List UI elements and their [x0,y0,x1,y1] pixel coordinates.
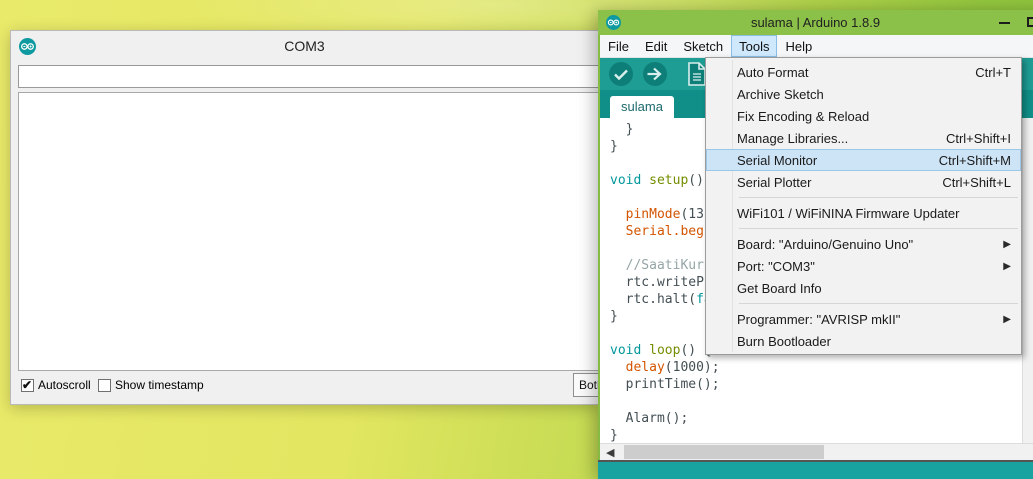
menu-item-label: Serial Plotter [737,175,942,190]
maximize-icon [1027,17,1033,27]
code-line: delay(1000); [610,359,1020,376]
upload-button[interactable] [642,61,668,87]
menu-item-label: Port: "COM3" [737,259,995,274]
serial-monitor-controls: Autoscroll Show timestamp Both [18,371,598,406]
menu-item-label: Serial Monitor [737,153,939,168]
menu-tools[interactable]: Tools [731,35,777,57]
menu-item-auto-format[interactable]: Auto FormatCtrl+T [706,61,1021,83]
window-title: sulama | Arduino 1.8.9 [598,15,1033,30]
menu-shortcut: Ctrl+Shift+I [946,131,1011,146]
submenu-arrow-icon: ▶ [1003,314,1011,325]
maximize-button[interactable] [1022,10,1033,35]
menu-file[interactable]: File [600,35,637,57]
serial-send-input[interactable] [18,65,600,88]
menu-shortcut: Ctrl+T [975,65,1011,80]
menu-item-manage-libraries[interactable]: Manage Libraries...Ctrl+Shift+I [706,127,1021,149]
menu-shortcut: Ctrl+Shift+M [939,153,1011,168]
serial-monitor-window: COM3 Autoscroll Show timestamp Both [10,30,599,405]
menu-separator [706,299,1021,308]
menu-item-label: Auto Format [737,65,975,80]
window-title: COM3 [11,38,598,54]
status-bar [598,460,1033,479]
code-line: Alarm(); [610,410,1020,427]
ide-titlebar[interactable]: sulama | Arduino 1.8.9 [598,10,1033,35]
menu-help[interactable]: Help [777,35,820,57]
tab-sulama[interactable]: sulama [610,96,674,118]
show-timestamp-checkbox[interactable] [98,379,111,392]
code-line: } [610,427,1020,443]
minimize-button[interactable] [994,10,1016,35]
menu-item-wifi101-wifinina-firmware-updater[interactable]: WiFi101 / WiFiNINA Firmware Updater [706,202,1021,224]
tools-dropdown-menu: Auto FormatCtrl+T Archive Sketch Fix Encod… [705,57,1022,355]
menu-separator [706,193,1021,202]
menu-item-label: Programmer: "AVRISP mkII" [737,312,995,327]
menu-item-port-com3[interactable]: Port: "COM3" ▶ [706,255,1021,277]
serial-output-area[interactable] [18,92,600,371]
menu-item-fix-encoding-reload[interactable]: Fix Encoding & Reload [706,105,1021,127]
scroll-left-arrow-icon[interactable]: ◀ [602,445,618,460]
menu-item-burn-bootloader[interactable]: Burn Bootloader [706,330,1021,352]
code-line: printTime(); [610,376,1020,393]
upload-icon [642,61,668,87]
scrollbar-thumb[interactable] [624,445,824,459]
editor-horizontal-scrollbar[interactable]: ◀ [600,443,1033,460]
menu-edit[interactable]: Edit [637,35,675,57]
show-timestamp-label: Show timestamp [115,378,204,392]
menu-item-board-arduino-genuino-uno[interactable]: Board: "Arduino/Genuino Uno" ▶ [706,233,1021,255]
menu-shortcut: Ctrl+Shift+L [942,175,1011,190]
autoscroll-label: Autoscroll [38,378,91,392]
code-line [610,393,1020,410]
menu-item-label: Manage Libraries... [737,131,946,146]
menu-item-get-board-info[interactable]: Get Board Info [706,277,1021,299]
menu-sketch[interactable]: Sketch [675,35,731,57]
menu-item-label: Board: "Arduino/Genuino Uno" [737,237,995,252]
menu-item-programmer-avrisp-mkii[interactable]: Programmer: "AVRISP mkII" ▶ [706,308,1021,330]
menu-item-label: Archive Sketch [737,87,1011,102]
menu-item-label: Fix Encoding & Reload [737,109,1011,124]
editor-vertical-scrollbar[interactable] [1022,118,1033,443]
submenu-arrow-icon: ▶ [1003,239,1011,250]
menu-item-serial-plotter[interactable]: Serial PlotterCtrl+Shift+L [706,171,1021,193]
submenu-arrow-icon: ▶ [1003,261,1011,272]
menu-separator [706,224,1021,233]
menu-item-archive-sketch[interactable]: Archive Sketch [706,83,1021,105]
verify-button[interactable] [608,61,634,87]
menu-item-serial-monitor[interactable]: Serial MonitorCtrl+Shift+M [706,149,1021,171]
serial-monitor-titlebar[interactable]: COM3 [11,31,598,61]
desktop: COM3 Autoscroll Show timestamp Both [0,0,1033,479]
ide-menu-bar: FileEditSketchToolsHelp [600,35,1033,58]
menu-item-label: Get Board Info [737,281,1011,296]
menu-item-label: Burn Bootloader [737,334,1011,349]
autoscroll-checkbox[interactable] [21,379,34,392]
verify-icon [608,61,634,87]
menu-item-label: WiFi101 / WiFiNINA Firmware Updater [737,206,1011,221]
minimize-icon [999,22,1010,24]
